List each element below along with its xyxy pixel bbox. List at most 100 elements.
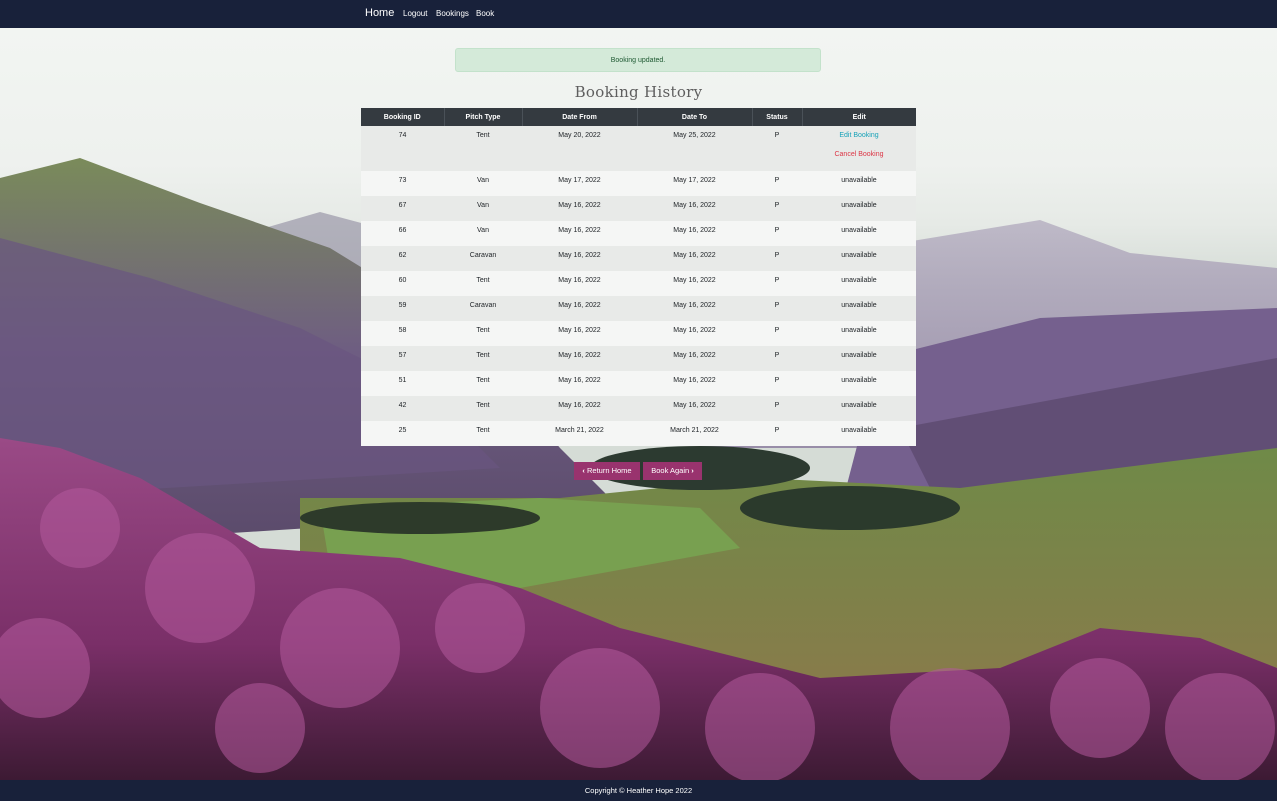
cell-pitch-type: Tent bbox=[476, 352, 490, 359]
cell-edit: unavailable bbox=[841, 252, 877, 259]
cell-date-to: May 16, 2022 bbox=[673, 302, 716, 309]
cell-status: P bbox=[774, 302, 780, 309]
cell-status: P bbox=[774, 277, 780, 284]
cell-pitch-type: Tent bbox=[476, 132, 490, 139]
cell-booking-id: 25 bbox=[398, 427, 407, 434]
cell-date-to: May 16, 2022 bbox=[673, 202, 716, 209]
edit-booking-link[interactable]: Edit Booking bbox=[802, 132, 916, 139]
cell-date-to: May 16, 2022 bbox=[673, 402, 716, 409]
cell-edit: Edit Booking Cancel Booking bbox=[802, 126, 916, 171]
cell-date-to: May 25, 2022 bbox=[673, 132, 716, 139]
table-row: 25 Tent March 21, 2022 March 21, 2022 Punava… bbox=[361, 421, 916, 446]
cell-pitch-type: Caravan bbox=[469, 302, 497, 309]
table-row: 73 Van May 17, 2022 May 17, 2022 Punavailabl… bbox=[361, 171, 916, 196]
table-row: 74 Tent May 20, 2022 May 25, 2022 P Edit… bbox=[361, 126, 916, 171]
cell-date-to: May 16, 2022 bbox=[673, 252, 716, 259]
book-again-button[interactable]: Book Again › bbox=[643, 462, 702, 480]
booking-history-table: Booking ID Pitch Type Date From Date To … bbox=[361, 108, 916, 446]
return-home-button[interactable]: ‹ Return Home bbox=[574, 462, 640, 480]
cell-booking-id: 66 bbox=[398, 227, 407, 234]
cell-pitch-type: Van bbox=[477, 227, 489, 234]
cell-pitch-type: Tent bbox=[476, 402, 490, 409]
table-row: 42 Tent May 16, 2022 May 16, 2022 Punavailab… bbox=[361, 396, 916, 421]
cell-edit: unavailable bbox=[841, 177, 877, 184]
cell-edit: unavailable bbox=[841, 202, 877, 209]
page-title: Booking History bbox=[574, 83, 703, 101]
cell-edit: unavailable bbox=[841, 302, 877, 309]
return-home-label: Return Home bbox=[586, 466, 632, 475]
nav-home-link[interactable]: Home bbox=[365, 7, 394, 19]
cell-date-from: May 16, 2022 bbox=[558, 252, 601, 259]
cell-edit: unavailable bbox=[841, 227, 877, 234]
cell-date-from: May 16, 2022 bbox=[558, 352, 601, 359]
cell-booking-id: 67 bbox=[398, 202, 407, 209]
top-navbar: Home Logout Bookings Book bbox=[0, 0, 1277, 28]
cell-status: P bbox=[774, 132, 780, 139]
cell-pitch-type: Caravan bbox=[469, 252, 497, 259]
chevron-right-icon: › bbox=[691, 466, 694, 475]
header-edit: Edit bbox=[801, 108, 916, 126]
cancel-booking-link[interactable]: Cancel Booking bbox=[802, 151, 916, 158]
table-header-row: Booking ID Pitch Type Date From Date To … bbox=[361, 108, 916, 126]
cell-date-to: May 16, 2022 bbox=[673, 352, 716, 359]
cell-status: P bbox=[774, 202, 780, 209]
cell-date-from: May 16, 2022 bbox=[558, 277, 601, 284]
cell-booking-id: 42 bbox=[398, 402, 407, 409]
cell-date-from: May 16, 2022 bbox=[558, 202, 601, 209]
footer-copyright: Copyright © Heather Hope 2022 bbox=[584, 786, 693, 795]
cell-edit: unavailable bbox=[841, 402, 877, 409]
cell-status: P bbox=[774, 352, 780, 359]
cell-date-from: March 21, 2022 bbox=[555, 427, 604, 434]
cell-pitch-type: Tent bbox=[476, 327, 490, 334]
nav-book-link[interactable]: Book bbox=[476, 9, 494, 18]
success-alert: Booking updated. bbox=[455, 48, 821, 72]
table-row: 57 Tent May 16, 2022 May 16, 2022 Punavailab… bbox=[361, 346, 916, 371]
cell-pitch-type: Tent bbox=[476, 277, 490, 284]
table-row: 51 Tent May 16, 2022 May 16, 2022 Punavailab… bbox=[361, 371, 916, 396]
book-again-label: Book Again bbox=[651, 466, 690, 475]
cell-edit: unavailable bbox=[841, 352, 877, 359]
header-date-to: Date To bbox=[636, 108, 752, 126]
cell-status: P bbox=[774, 227, 780, 234]
cell-booking-id: 58 bbox=[398, 327, 407, 334]
cell-pitch-type: Tent bbox=[476, 377, 490, 384]
cell-date-to: May 17, 2022 bbox=[673, 177, 716, 184]
cell-date-to: May 16, 2022 bbox=[673, 277, 716, 284]
cell-booking-id: 51 bbox=[398, 377, 407, 384]
cell-status: P bbox=[774, 177, 780, 184]
table-row: 60 Tent May 16, 2022 May 16, 2022 Punavailab… bbox=[361, 271, 916, 296]
cell-booking-id: 59 bbox=[398, 302, 407, 309]
cell-booking-id: 60 bbox=[398, 277, 407, 284]
table-row: 59 Caravan May 16, 2022 May 16, 2022 Punavai… bbox=[361, 296, 916, 321]
cell-status: P bbox=[774, 377, 780, 384]
cell-date-to: May 16, 2022 bbox=[673, 377, 716, 384]
cell-booking-id: 62 bbox=[398, 252, 407, 259]
cell-date-to: May 16, 2022 bbox=[673, 327, 716, 334]
cell-booking-id: 57 bbox=[398, 352, 407, 359]
cell-booking-id: 74 bbox=[398, 132, 407, 139]
cell-date-to: March 21, 2022 bbox=[670, 427, 719, 434]
cell-date-from: May 20, 2022 bbox=[558, 132, 601, 139]
cell-status: P bbox=[774, 327, 780, 334]
cell-edit: unavailable bbox=[841, 427, 877, 434]
nav-bookings-link[interactable]: Bookings bbox=[436, 9, 469, 18]
header-status: Status bbox=[751, 108, 802, 126]
footer: Copyright © Heather Hope 2022 bbox=[0, 780, 1277, 801]
cell-booking-id: 73 bbox=[398, 177, 407, 184]
chevron-left-icon: ‹ bbox=[582, 466, 585, 475]
cell-pitch-type: Van bbox=[477, 177, 489, 184]
cell-date-from: May 17, 2022 bbox=[558, 177, 601, 184]
cell-pitch-type: Van bbox=[477, 202, 489, 209]
table-row: 62 Caravan May 16, 2022 May 16, 2022 Punavai… bbox=[361, 246, 916, 271]
cell-pitch-type: Tent bbox=[476, 427, 490, 434]
cell-status: P bbox=[774, 252, 780, 259]
nav-logout-link[interactable]: Logout bbox=[403, 9, 427, 18]
cell-date-from: May 16, 2022 bbox=[558, 327, 601, 334]
cell-date-to: May 16, 2022 bbox=[673, 227, 716, 234]
cell-edit: unavailable bbox=[841, 327, 877, 334]
cell-edit: unavailable bbox=[841, 377, 877, 384]
cell-date-from: May 16, 2022 bbox=[558, 377, 601, 384]
header-date-from: Date From bbox=[521, 108, 637, 126]
cell-status: P bbox=[774, 427, 780, 434]
table-row: 67 Van May 16, 2022 May 16, 2022 Punavailabl… bbox=[361, 196, 916, 221]
